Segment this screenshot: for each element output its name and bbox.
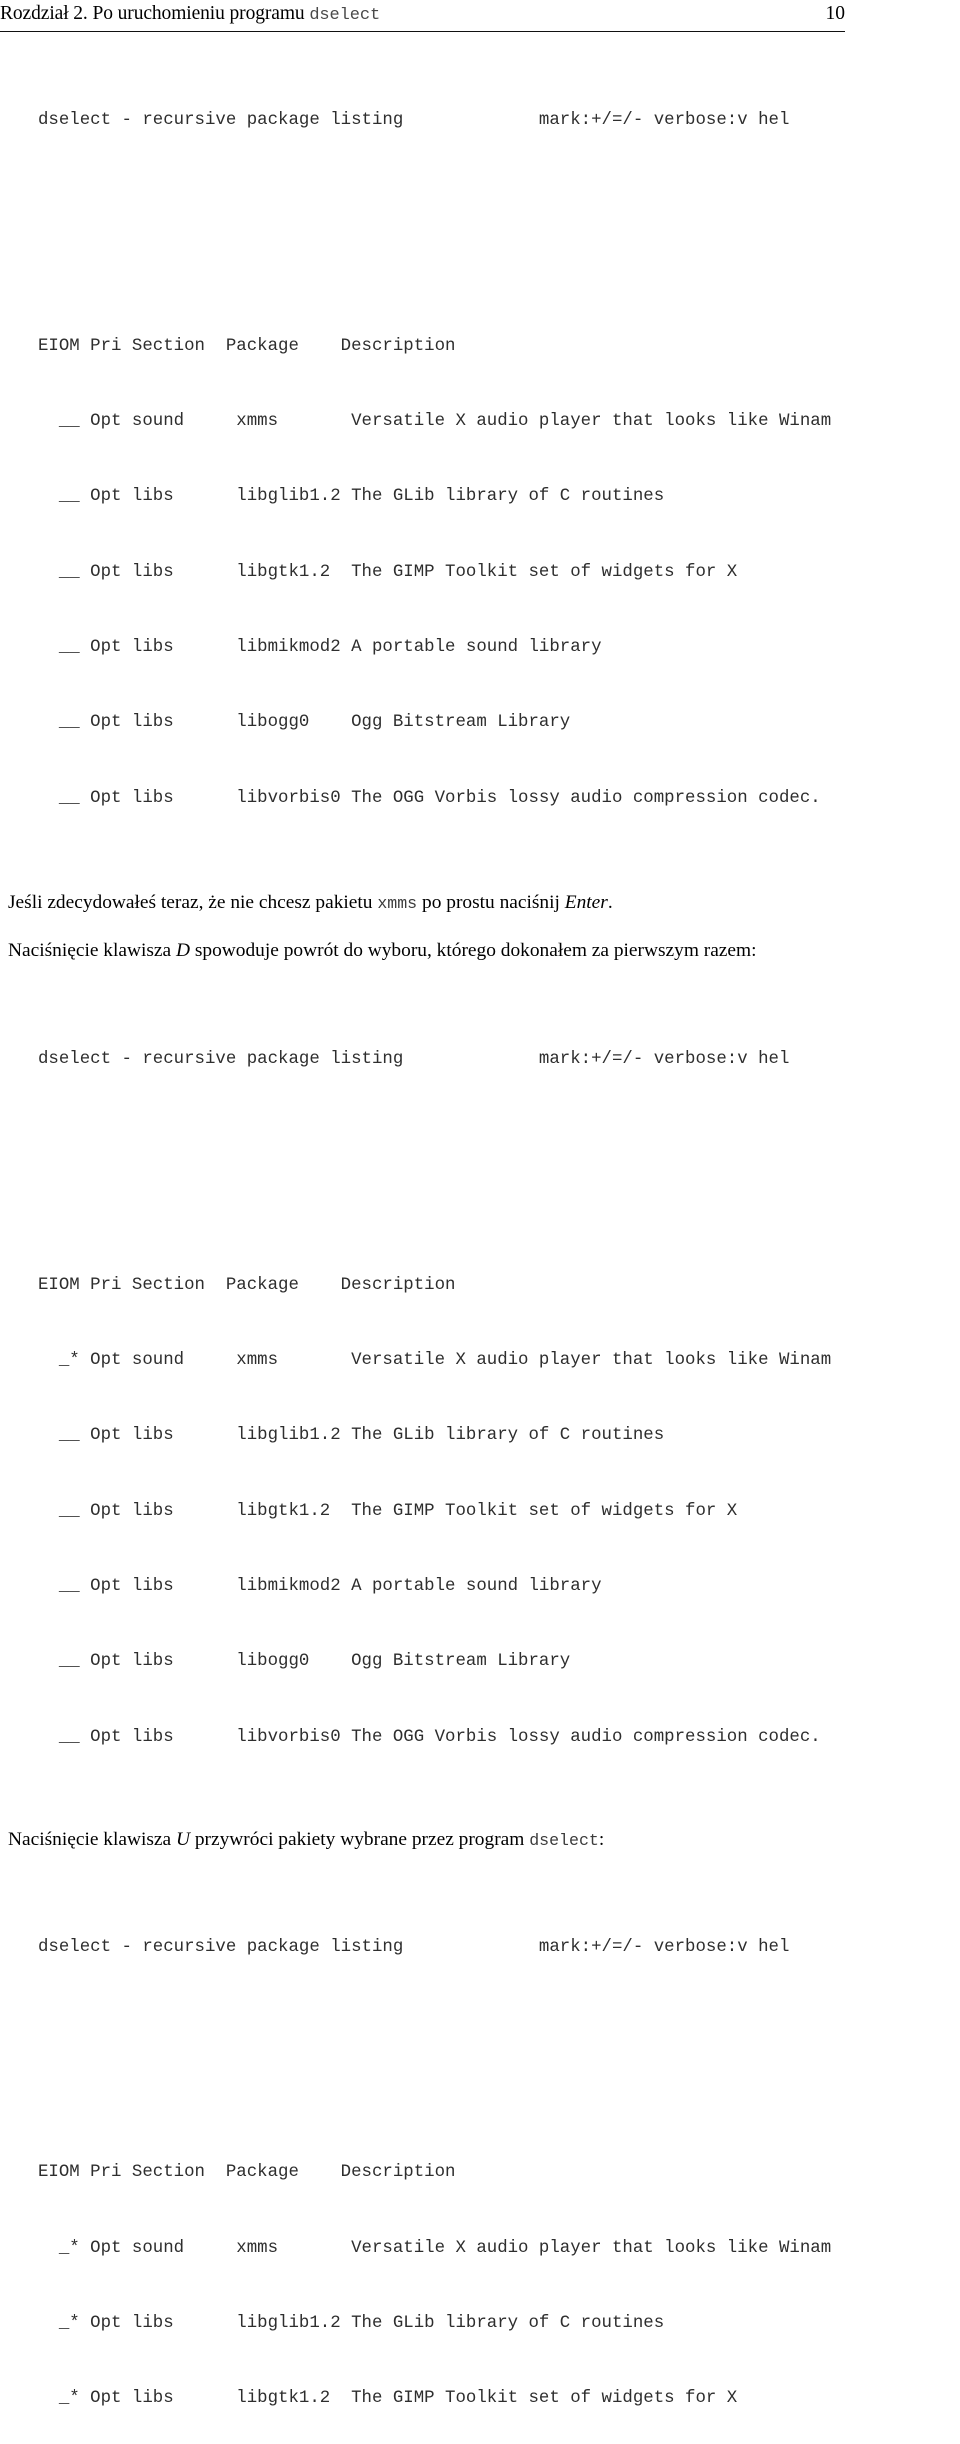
paragraph-enter-hint: Jeśli zdecydowałeś teraz, że nie chcesz …	[0, 889, 960, 918]
table-row: __ Opt libs libmikmod2 A portable sound …	[38, 638, 602, 657]
table-row: _* Opt sound xmms Versatile X audio play…	[38, 2238, 832, 2258]
table-row: __ Opt libs libogg0 Ogg Bitstream Librar…	[38, 1652, 571, 1672]
paragraph-text: .	[607, 891, 613, 913]
paragraph-text: Naciśnięcie klawisza	[8, 1828, 176, 1850]
listing-blank	[38, 1122, 960, 1147]
table-row: __ Opt libs libmikmod2 A portable sound …	[38, 1577, 602, 1596]
table-row: __ Opt libs libvorbis0 The OGG Vorbis lo…	[38, 788, 821, 808]
document-page: Rozdział 2. Po uruchomieniu programu dse…	[0, 0, 960, 2408]
listing-blank	[38, 2085, 960, 2110]
table-row: __ Opt libs libgtk1.2 The GIMP Toolkit s…	[38, 562, 738, 582]
page-number: 10	[825, 3, 846, 24]
listing-blank	[38, 259, 960, 284]
chapter-title-command: dselect	[309, 6, 381, 25]
chapter-title-text: Rozdział 2. Po uruchomieniu programu	[0, 3, 310, 24]
chapter-title: Rozdział 2. Po uruchomieniu programu dse…	[0, 3, 381, 25]
paragraph-key-u: Naciśnięcie klawisza U przywróci pakiety…	[0, 1826, 960, 1855]
listing-columns-header: EIOM Pri Section Package Description	[38, 336, 456, 356]
inline-code-xmms: xmms	[377, 893, 418, 913]
table-row: __ Opt libs libglib1.2 The GLib library …	[38, 1426, 665, 1446]
inline-key-u: U	[175, 1828, 190, 1850]
paragraph-key-d: Naciśnięcie klawisza D spowoduje powrót …	[0, 937, 960, 965]
table-row: __ Opt libs libvorbis0 The OGG Vorbis lo…	[38, 1727, 821, 1747]
paragraph-text: przywróci pakiety wybrane przez program	[190, 1828, 530, 1850]
paragraph-text: :	[598, 1828, 605, 1850]
table-row: __ Opt libs libgtk1.2 The GIMP Toolkit s…	[38, 1501, 738, 1521]
listing-title-line: dselect - recursive package listing mark…	[38, 1937, 790, 1957]
listing-blank	[38, 1198, 960, 1223]
inline-key-enter: Enter	[564, 891, 608, 913]
page-running-header: Rozdział 2. Po uruchomieniu programu dse…	[0, 0, 845, 32]
table-row: _* Opt libs libglib1.2 The GLib library …	[38, 2313, 665, 2333]
terminal-listing-2: dselect - recursive package listing mark…	[0, 997, 960, 1800]
listing-blank	[38, 2010, 960, 2035]
table-row: __ Opt libs libglib1.2 The GLib library …	[38, 487, 665, 507]
paragraph-text: po prostu naciśnij	[417, 891, 565, 913]
terminal-listing-3: dselect - recursive package listing mark…	[0, 1884, 960, 2444]
paragraph-text: Jeśli zdecydowałeś teraz, że nie chcesz …	[8, 891, 378, 913]
table-row: _* Opt libs libgtk1.2 The GIMP Toolkit s…	[38, 2389, 738, 2409]
inline-key-d: D	[175, 940, 190, 962]
listing-title-line: dselect - recursive package listing mark…	[38, 111, 790, 131]
page-content: dselect - recursive package listing mark…	[0, 58, 960, 2444]
table-row: __ Opt libs libogg0 Ogg Bitstream Librar…	[38, 713, 571, 733]
table-row: __ Opt sound xmms Versatile X audio play…	[38, 412, 832, 432]
inline-code-dselect: dselect	[529, 1830, 599, 1850]
listing-blank	[38, 183, 960, 208]
listing-columns-header: EIOM Pri Section Package Description	[38, 1275, 456, 1295]
paragraph-text: spowoduje powrót do wyboru, którego doko…	[190, 940, 757, 962]
table-row: _* Opt sound xmms Versatile X audio play…	[38, 1351, 832, 1371]
listing-columns-header: EIOM Pri Section Package Description	[38, 2163, 456, 2183]
terminal-listing-1: dselect - recursive package listing mark…	[0, 58, 960, 861]
paragraph-text: Naciśnięcie klawisza	[8, 940, 176, 962]
listing-title-line: dselect - recursive package listing mark…	[38, 1050, 790, 1070]
